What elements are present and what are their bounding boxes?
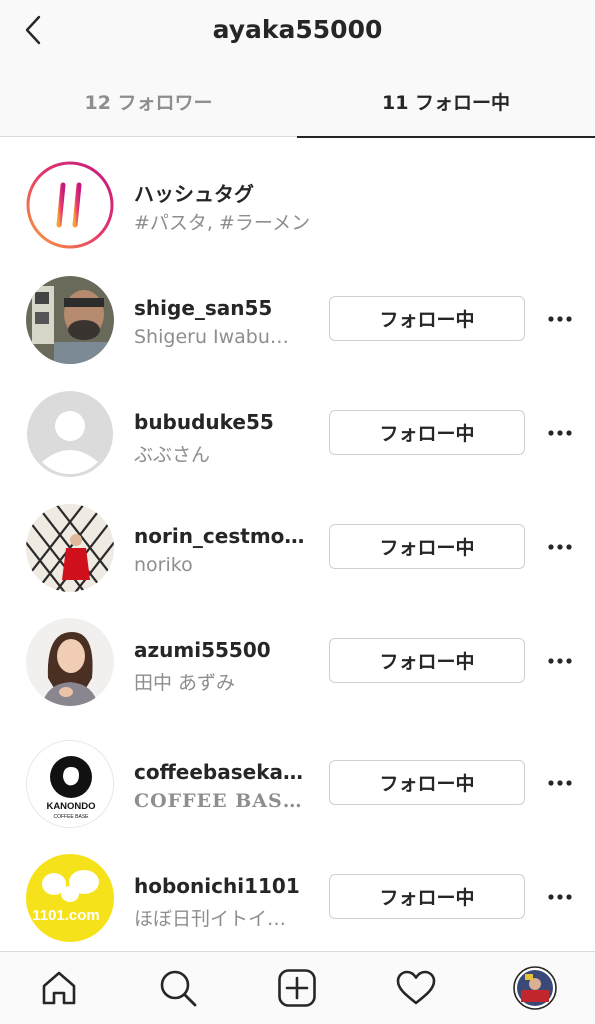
username: hobonichi1101 (134, 874, 300, 898)
bottom-navigation (0, 951, 595, 1024)
display-name: noriko (134, 554, 193, 576)
follow-tabs: 12 フォロワー 11 フォロー中 (0, 66, 595, 138)
display-name: 田中 あずみ (134, 672, 236, 694)
home-icon (42, 971, 76, 1005)
profile-avatar (513, 966, 557, 1010)
nav-new-post-button[interactable] (275, 966, 319, 1010)
nav-home-button[interactable] (37, 966, 81, 1010)
tab-following[interactable]: 11 フォロー中 (297, 66, 595, 138)
nav-activity-button[interactable] (394, 966, 438, 1010)
hashtags-subtitle: #パスタ, #ラーメン (134, 212, 311, 234)
more-dots-icon (548, 658, 572, 664)
more-options-button[interactable] (543, 423, 577, 443)
following-button[interactable]: フォロー中 (329, 760, 525, 805)
more-options-button[interactable] (543, 651, 577, 671)
username: shige_san55 (134, 296, 273, 320)
following-button[interactable]: フォロー中 (329, 638, 525, 683)
list-item[interactable]: bubuduke55 ぶぶさん フォロー中 (0, 376, 595, 490)
page-title: ayaka55000 (212, 15, 383, 44)
list-item[interactable]: shige_san55 Shigeru Iwabu… フォロー中 (0, 262, 595, 376)
activity-heart-icon (396, 970, 436, 1005)
more-dots-icon (548, 894, 572, 900)
more-options-button[interactable] (543, 537, 577, 557)
add-post-icon (278, 969, 316, 1007)
more-dots-icon (548, 430, 572, 436)
display-name: Shigeru Iwabu… (134, 326, 289, 348)
nav-search-button[interactable] (156, 966, 200, 1010)
display-name: ぶぶさん (134, 444, 211, 466)
default-avatar-icon (27, 391, 113, 477)
avatar[interactable] (26, 276, 114, 364)
following-button[interactable]: フォロー中 (329, 524, 525, 569)
avatar[interactable] (26, 618, 114, 706)
following-button[interactable]: フォロー中 (329, 296, 525, 341)
more-dots-icon (548, 316, 572, 322)
more-options-button[interactable] (543, 773, 577, 793)
display-name: ほぼ日刊イトイ… (134, 908, 287, 930)
username: norin_cestmo… (134, 524, 305, 548)
kanondo-logo-subtext: COFFEE BASE (53, 814, 89, 820)
avatar[interactable] (26, 390, 114, 478)
more-options-button[interactable] (543, 309, 577, 329)
hashtag-avatar (26, 161, 114, 249)
username: azumi55500 (134, 638, 271, 662)
list-item[interactable]: KANONDO COFFEE BASE coffeebaseka… COFFEE… (0, 726, 595, 840)
following-button[interactable]: フォロー中 (329, 874, 525, 919)
nav-profile-button[interactable] (513, 966, 557, 1010)
list-item[interactable]: azumi55500 田中 あずみ フォロー中 (0, 604, 595, 718)
list-item[interactable]: norin_cestmo… noriko フォロー中 (0, 490, 595, 604)
top-header: ayaka55000 (0, 0, 595, 66)
more-options-button[interactable] (543, 887, 577, 907)
username: bubuduke55 (134, 410, 274, 434)
more-dots-icon (548, 544, 572, 550)
following-button[interactable]: フォロー中 (329, 410, 525, 455)
hashtags-row[interactable]: ハッシュタグ #パスタ, #ラーメン (0, 138, 595, 252)
hashtag-icon (46, 182, 93, 228)
tab-followers[interactable]: 12 フォロワー (0, 66, 297, 137)
list-item[interactable]: 1101.com hobonichi1101 ほぼ日刊イトイ… フォロー中 (0, 840, 595, 954)
search-icon (160, 970, 197, 1007)
avatar[interactable]: KANONDO COFFEE BASE (26, 740, 114, 828)
display-name: COFFEE BAS… (134, 790, 303, 812)
hobonichi-logo-text: 1101.com (32, 907, 100, 924)
hashtags-title: ハッシュタグ (134, 182, 254, 206)
avatar[interactable]: 1101.com (26, 854, 114, 942)
username: coffeebaseka… (134, 760, 304, 784)
kanondo-logo-text: KANONDO (46, 801, 95, 812)
avatar[interactable] (26, 504, 114, 592)
more-dots-icon (548, 780, 572, 786)
